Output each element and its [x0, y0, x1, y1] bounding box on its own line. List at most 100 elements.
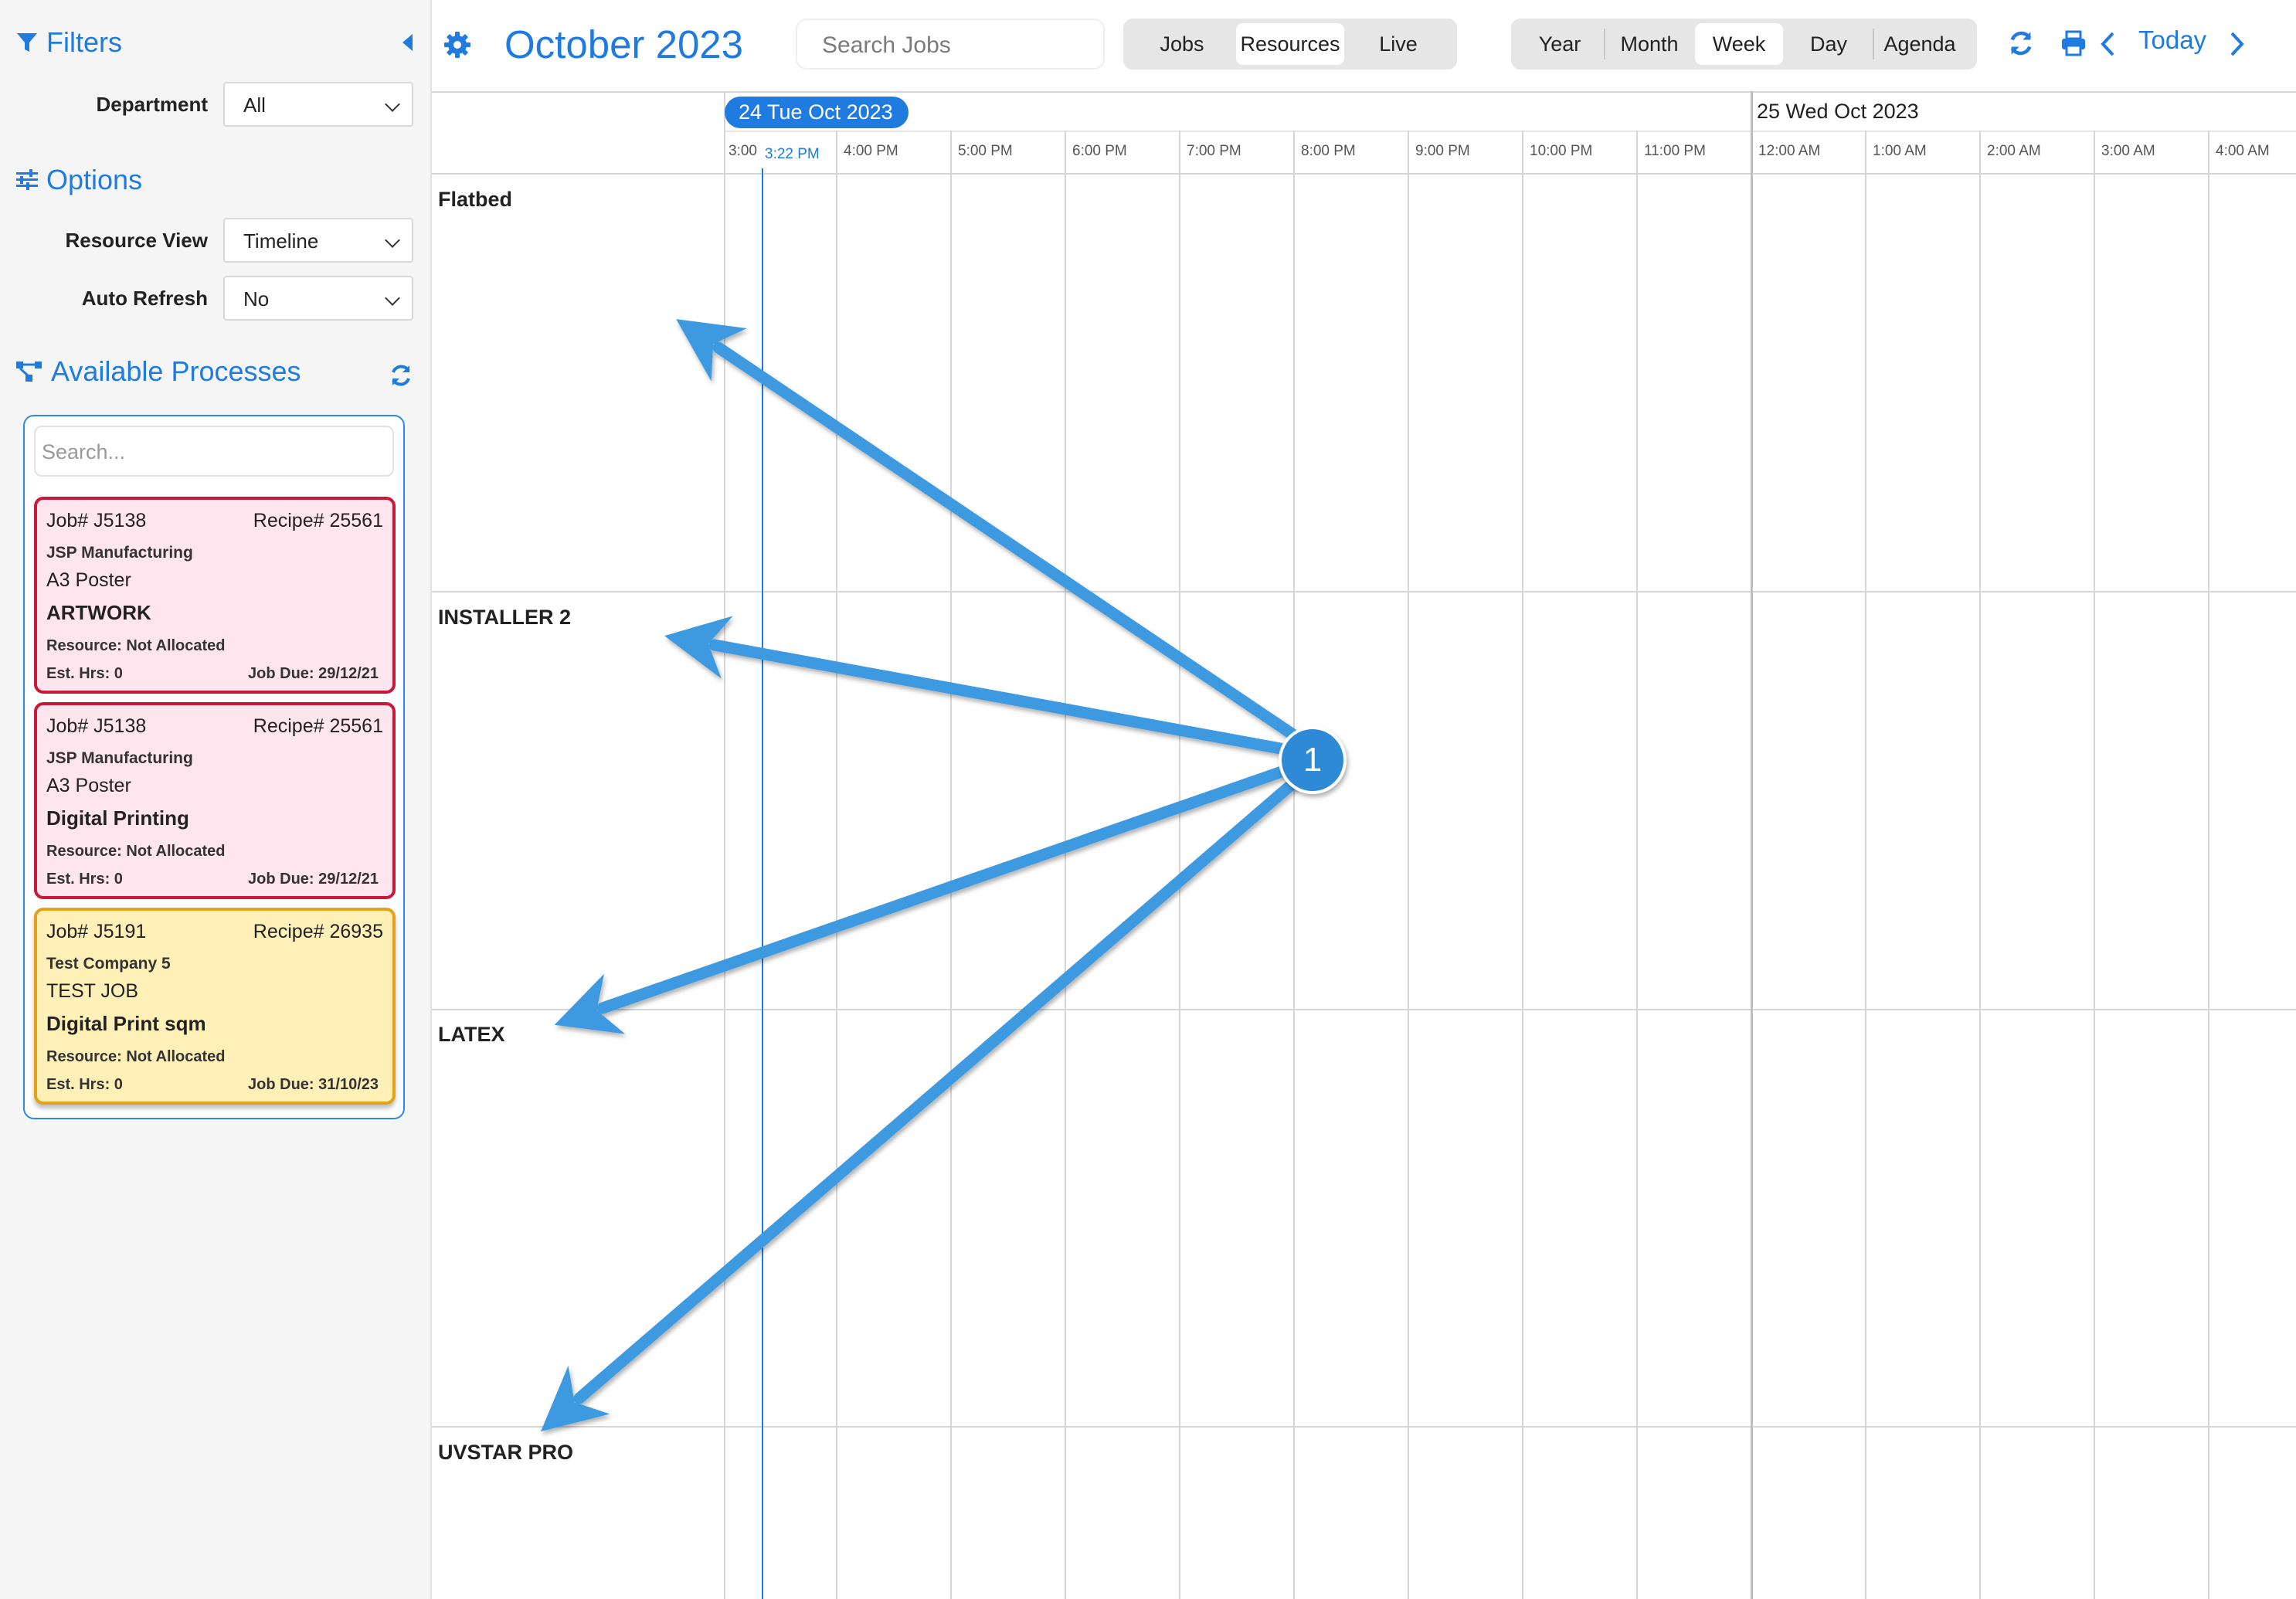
auto-refresh-row: Auto Refresh No	[0, 276, 432, 322]
hour-label: 10:00 PM	[1530, 143, 1593, 159]
resource-row-label: Flatbed	[438, 188, 513, 211]
sliders-icon	[16, 169, 38, 190]
card-due-date: Job Due: 31/10/23	[248, 1076, 379, 1093]
annotation-badge-number: 1	[1303, 741, 1323, 779]
hour-label: 3:00	[729, 143, 757, 159]
card-resource: Resource: Not Allocated	[46, 637, 226, 654]
card-recipe-number: Recipe# 25561	[253, 715, 383, 737]
grid-column-line	[2094, 131, 2095, 1599]
search-jobs-input[interactable]: Search Jobs	[796, 19, 1105, 70]
view-day[interactable]: Day	[1785, 23, 1873, 65]
current-time-indicator	[762, 168, 763, 1599]
annotation-arrow	[541, 766, 1312, 1432]
grid-line	[725, 131, 1749, 132]
chevron-left-icon[interactable]	[2098, 31, 2118, 57]
today-button[interactable]: Today	[2138, 25, 2206, 55]
department-row: Department All	[0, 82, 432, 128]
hour-label: 3:00 AM	[2101, 143, 2155, 159]
chevron-right-icon[interactable]	[2226, 31, 2247, 57]
resource-row-label: UVSTAR PRO	[438, 1441, 574, 1464]
filters-header[interactable]: Filters	[15, 26, 122, 59]
auto-refresh-label: Auto Refresh	[81, 287, 208, 310]
resource-view-select[interactable]: Timeline	[223, 218, 413, 263]
card-recipe-number: Recipe# 25561	[253, 510, 383, 531]
available-processes-list: Search... Job# J5138 Recipe# 25561 JSP M…	[23, 415, 405, 1119]
options-header: Options	[15, 164, 142, 196]
tab-jobs[interactable]: Jobs	[1128, 23, 1236, 65]
tab-resources[interactable]: Resources	[1236, 23, 1344, 65]
process-card[interactable]: Job# J5138 Recipe# 25561 JSP Manufacturi…	[34, 702, 396, 899]
card-due-date: Job Due: 29/12/21	[248, 665, 379, 682]
grid-line	[432, 1426, 2296, 1428]
grid-line	[432, 1009, 2296, 1010]
resource-view-value: Timeline	[243, 229, 319, 253]
annotation-arrow	[664, 616, 1312, 759]
grid-column-line	[1751, 91, 1753, 1599]
grid-line	[432, 91, 2296, 93]
card-est-hours: Est. Hrs: 0	[46, 871, 123, 888]
annotation-arrow	[676, 319, 1312, 749]
process-card[interactable]: Job# J5191 Recipe# 26935 Test Company 5 …	[34, 908, 396, 1105]
view-agenda[interactable]: Agenda	[1874, 23, 1965, 65]
chevron-down-icon	[385, 97, 400, 112]
resource-view-label: Resource View	[65, 229, 208, 252]
card-resource: Resource: Not Allocated	[46, 1048, 226, 1065]
refresh-processes-icon[interactable]	[389, 363, 413, 388]
card-company: JSP Manufacturing	[46, 749, 193, 767]
view-month[interactable]: Month	[1605, 23, 1693, 65]
grid-column-line	[836, 131, 837, 1599]
card-due-date: Job Due: 29/12/21	[248, 871, 379, 888]
processes-header: Available Processes	[15, 355, 301, 388]
hour-label: 7:00 PM	[1187, 143, 1241, 159]
department-label: Department	[96, 93, 208, 116]
process-search-input[interactable]: Search...	[34, 426, 394, 477]
card-recipe-number: Recipe# 26935	[253, 921, 383, 942]
grid-column-line	[950, 131, 952, 1599]
processes-title: Available Processes	[51, 355, 301, 387]
grid-line	[432, 591, 2296, 592]
grid-column-line	[1865, 131, 1866, 1599]
view-switcher: Year Month Week Day Agenda	[1511, 19, 1977, 70]
print-icon[interactable]	[2060, 29, 2087, 57]
day-label-current[interactable]: 24 Tue Oct 2023	[725, 97, 909, 128]
hour-label: 9:00 PM	[1415, 143, 1470, 159]
card-product: A3 Poster	[46, 569, 131, 591]
current-time-label: 3:22 PM	[763, 146, 821, 163]
grid-column-line	[1179, 131, 1180, 1599]
card-company: Test Company 5	[46, 955, 171, 973]
chevron-down-icon	[385, 290, 400, 306]
view-week[interactable]: Week	[1695, 23, 1783, 65]
annotation-arrow	[554, 759, 1308, 1034]
grid-column-line	[1408, 131, 1409, 1599]
auto-refresh-select[interactable]: No	[223, 276, 413, 321]
card-job-number: Job# J5138	[46, 715, 147, 737]
card-company: JSP Manufacturing	[46, 544, 193, 562]
auto-refresh-value: No	[243, 287, 270, 311]
tab-live[interactable]: Live	[1344, 23, 1452, 65]
card-est-hours: Est. Hrs: 0	[46, 665, 123, 682]
refresh-icon[interactable]	[2007, 29, 2035, 57]
grid-column-line	[1636, 131, 1638, 1599]
view-year[interactable]: Year	[1516, 23, 1604, 65]
grid-line	[1749, 131, 2296, 132]
mode-switcher: Jobs Resources Live	[1123, 19, 1457, 70]
gear-icon[interactable]	[443, 31, 471, 59]
process-card[interactable]: Job# J5138 Recipe# 25561 JSP Manufacturi…	[34, 497, 396, 694]
card-product: A3 Poster	[46, 775, 131, 796]
department-select[interactable]: All	[223, 82, 413, 127]
day-label[interactable]: 25 Wed Oct 2023	[1757, 100, 1919, 124]
card-est-hours: Est. Hrs: 0	[46, 1076, 123, 1093]
chevron-down-icon	[385, 233, 400, 248]
grid-column-line	[724, 91, 725, 1599]
card-product: TEST JOB	[46, 980, 139, 1002]
card-process: Digital Printing	[46, 806, 189, 830]
card-job-number: Job# J5191	[46, 921, 147, 942]
hour-label: 11:00 PM	[1644, 143, 1706, 159]
resource-row-label: INSTALLER 2	[438, 606, 572, 629]
hour-label: 4:00 PM	[844, 143, 898, 159]
hour-label: 1:00 AM	[1873, 143, 1927, 159]
filter-icon	[17, 33, 37, 52]
collapse-sidebar-icon[interactable]	[402, 34, 413, 51]
department-value: All	[243, 93, 266, 117]
filters-title: Filters	[46, 26, 122, 58]
